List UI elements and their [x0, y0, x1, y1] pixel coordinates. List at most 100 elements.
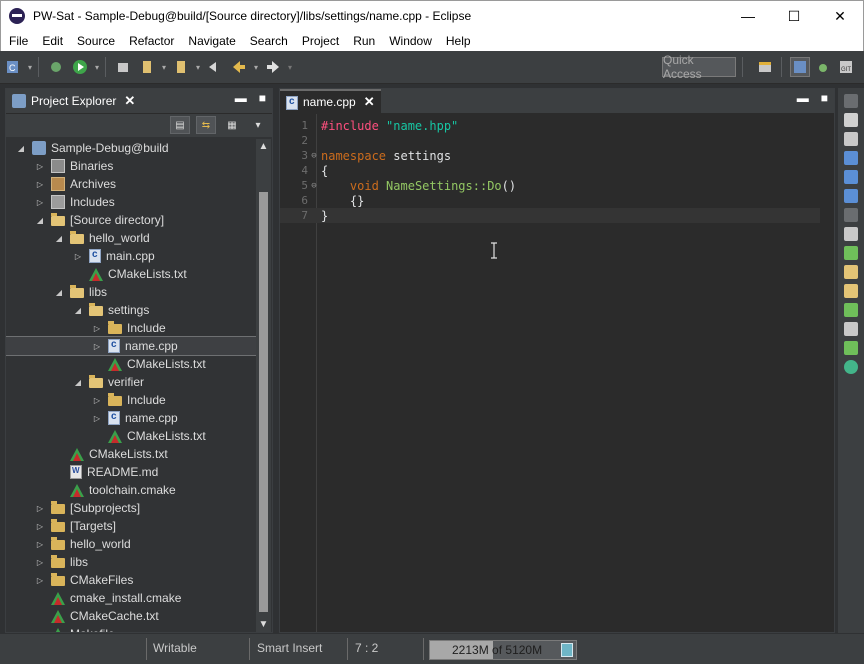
expand-arrow-icon[interactable]: ▷	[35, 179, 45, 189]
console-icon[interactable]	[844, 189, 858, 203]
editor-scrollbar[interactable]	[820, 114, 834, 632]
minimize-view-icon[interactable]: ▬	[235, 91, 247, 105]
dropdown-arrow-icon[interactable]: ▾	[160, 56, 168, 78]
expand-arrow-icon[interactable]: ▷	[35, 161, 45, 171]
tree-item[interactable]: toolchain.cmake	[6, 481, 256, 499]
code-line[interactable]: 2	[280, 133, 820, 148]
outline-icon[interactable]	[844, 113, 858, 127]
expand-arrow-icon[interactable]: ▷	[35, 521, 45, 531]
minimize-view-icon[interactable]: ▬	[797, 91, 809, 105]
tree-item[interactable]: ◢ Sample-Debug@build	[6, 139, 256, 157]
expand-arrow-icon[interactable]: ▷	[92, 395, 102, 405]
dropdown-arrow-icon[interactable]: ▾	[93, 56, 101, 78]
collapse-arrow-icon[interactable]: ◢	[73, 377, 83, 387]
fold-icon[interactable]: ⊖	[308, 151, 320, 161]
code-editor[interactable]: 1 #include "name.hpp" 2 3 ⊖ namespace setting…	[280, 114, 820, 632]
code-line[interactable]: 6 {}	[280, 193, 820, 208]
progress-icon[interactable]	[844, 246, 858, 260]
menu-search[interactable]: Search	[242, 34, 294, 48]
minimize-button[interactable]: —	[725, 1, 771, 32]
debug-icon[interactable]	[112, 56, 134, 78]
vertical-scrollbar[interactable]: ▲ ▼	[256, 139, 271, 632]
collapse-arrow-icon[interactable]: ◢	[16, 143, 26, 153]
menu-source[interactable]: Source	[69, 34, 121, 48]
build-icon[interactable]	[45, 56, 67, 78]
close-button[interactable]: ✕	[817, 1, 863, 32]
tree-item[interactable]: ▷ CMakeFiles	[6, 571, 256, 589]
tab-name-cpp[interactable]: name.cpp ✕	[280, 89, 381, 113]
prev-annotation-icon[interactable]	[170, 56, 192, 78]
tree-item[interactable]: ▷ Include	[6, 391, 256, 409]
tree-item[interactable]: ▷ Includes	[6, 193, 256, 211]
tree-item[interactable]: ▷ name.cpp	[6, 409, 256, 427]
expand-arrow-icon[interactable]: ▷	[35, 539, 45, 549]
menu-refactor[interactable]: Refactor	[121, 34, 180, 48]
search-icon[interactable]	[844, 227, 858, 241]
restore-icon[interactable]	[844, 208, 858, 222]
document-icon[interactable]	[844, 132, 858, 146]
expand-arrow-icon[interactable]: ▷	[35, 557, 45, 567]
debug-perspective-icon[interactable]	[815, 59, 831, 78]
expand-arrow-icon[interactable]: ▷	[92, 413, 102, 423]
expand-arrow-icon[interactable]: ▷	[92, 323, 102, 333]
collapse-arrow-icon[interactable]: ◢	[54, 233, 64, 243]
expand-arrow-icon[interactable]: ▷	[35, 197, 45, 207]
quick-access-field[interactable]: Quick Access	[662, 53, 736, 81]
git-staging-icon[interactable]	[844, 360, 858, 374]
run-icon[interactable]	[69, 56, 91, 78]
garbage-collect-icon[interactable]	[561, 643, 573, 657]
cpp-perspective-icon[interactable]	[790, 57, 810, 77]
menu-window[interactable]: Window	[381, 34, 438, 48]
back-icon[interactable]	[228, 56, 250, 78]
expand-arrow-icon[interactable]: ▷	[73, 251, 83, 261]
tree-item[interactable]: ◢ [Source directory]	[6, 211, 256, 229]
tree-item[interactable]: ▷ Archives	[6, 175, 256, 193]
menu-project[interactable]: Project	[294, 34, 345, 48]
menu-run[interactable]: Run	[345, 34, 381, 48]
tree-item[interactable]: CMakeLists.txt	[6, 445, 256, 463]
open-perspective-icon[interactable]	[757, 59, 773, 78]
collapse-all-icon[interactable]: ▤	[170, 116, 190, 134]
tree-item[interactable]: ▷ Binaries	[6, 157, 256, 175]
tree-item[interactable]: ▷ main.cpp	[6, 247, 256, 265]
tree-item[interactable]: ◢ hello_world	[6, 229, 256, 247]
type-hierarchy-icon[interactable]	[844, 341, 858, 355]
tree-item[interactable]: CMakeCache.txt	[6, 607, 256, 625]
git-perspective-icon[interactable]: GIT	[838, 59, 854, 78]
code-line[interactable]: 5 ⊖ void NameSettings::Do()	[280, 178, 820, 193]
tree-item[interactable]: CMakeLists.txt	[6, 265, 256, 283]
tab-project-explorer[interactable]: Project Explorer ✕	[6, 89, 142, 113]
expand-arrow-icon[interactable]: ▷	[35, 575, 45, 585]
menu-help[interactable]: Help	[438, 34, 477, 48]
tree-item[interactable]: ▷ [Targets]	[6, 517, 256, 535]
dropdown-arrow-icon[interactable]: ▾	[286, 56, 294, 78]
new-icon[interactable]: C	[2, 56, 24, 78]
scroll-up-icon[interactable]: ▲	[256, 139, 271, 154]
maximize-view-icon[interactable]: ■	[259, 91, 266, 105]
tree-item[interactable]: Makefile	[6, 625, 256, 632]
tasks-icon[interactable]	[844, 170, 858, 184]
forward-icon[interactable]	[262, 56, 284, 78]
tree-item[interactable]: cmake_install.cmake	[6, 589, 256, 607]
scrollbar-thumb[interactable]	[259, 192, 268, 612]
properties-icon[interactable]	[844, 284, 858, 298]
heap-status[interactable]: 2213M of 5120M	[429, 640, 577, 660]
tree-item[interactable]: ◢ libs	[6, 283, 256, 301]
maximize-button[interactable]: ☐	[771, 1, 817, 32]
collapse-arrow-icon[interactable]: ◢	[35, 215, 45, 225]
expand-arrow-icon[interactable]: ▷	[35, 503, 45, 513]
problems-icon[interactable]	[844, 151, 858, 165]
collapse-arrow-icon[interactable]: ◢	[54, 287, 64, 297]
tree-item[interactable]: CMakeLists.txt	[6, 427, 256, 445]
build-console-icon[interactable]	[844, 265, 858, 279]
maximize-view-icon[interactable]: ■	[821, 91, 828, 105]
tree-item[interactable]: ▷ libs	[6, 553, 256, 571]
restore-icon[interactable]	[844, 94, 858, 108]
close-icon[interactable]: ✕	[124, 93, 135, 109]
tree-item[interactable]: ▷ hello_world	[6, 535, 256, 553]
code-line[interactable]: 1 #include "name.hpp"	[280, 118, 820, 133]
dropdown-arrow-icon[interactable]: ▾	[26, 56, 34, 78]
tree-item[interactable]: ◢ verifier	[6, 373, 256, 391]
tree-item[interactable]: CMakeLists.txt	[6, 355, 256, 373]
close-icon[interactable]: ✕	[364, 94, 375, 110]
